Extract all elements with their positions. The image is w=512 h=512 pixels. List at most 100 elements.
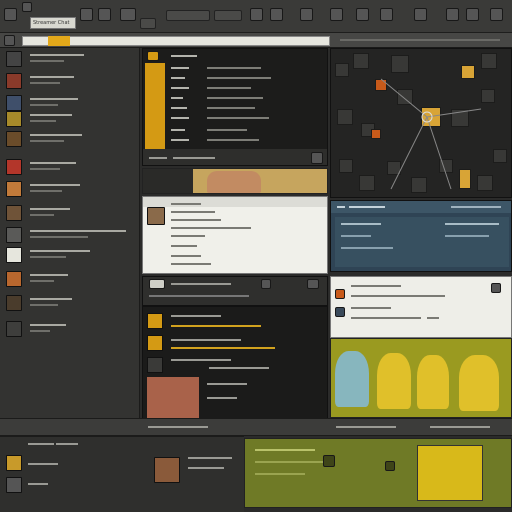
play-icon[interactable]: [149, 279, 165, 289]
list-line: [209, 367, 269, 369]
status-text: [148, 426, 208, 428]
feed-row[interactable]: [171, 97, 183, 99]
close-icon[interactable]: [491, 283, 501, 293]
list-item-icon[interactable]: [147, 335, 163, 351]
list-item[interactable]: [4, 50, 136, 70]
bottom-line: [188, 467, 224, 469]
list-item-subtitle: [30, 140, 64, 142]
fullscreen-icon[interactable]: [307, 279, 319, 289]
address-bar: [0, 33, 512, 48]
banner-image[interactable]: [142, 168, 328, 194]
list-item-title: [30, 76, 74, 78]
list-item-title: [30, 298, 72, 300]
list-line: [171, 339, 241, 341]
sticky-note[interactable]: [417, 445, 483, 501]
feed-accent-stripe: [145, 63, 165, 153]
star-icon[interactable]: [270, 8, 283, 21]
list-item[interactable]: [4, 226, 136, 246]
list-item-subtitle: [30, 104, 58, 106]
app-menu-title[interactable]: Streamer Chat: [30, 17, 76, 29]
feed-row: [207, 77, 271, 79]
list-item[interactable]: [4, 110, 136, 130]
list-item-subtitle: [30, 330, 50, 332]
map-grid-panel[interactable]: [330, 48, 512, 198]
feed-row[interactable]: [171, 77, 185, 79]
feed-row[interactable]: [171, 107, 187, 109]
nav-icon[interactable]: [4, 35, 15, 46]
character-yellow: [417, 355, 449, 409]
settings-icon[interactable]: [446, 8, 459, 21]
info-line: [445, 235, 489, 237]
chat-line: [171, 203, 201, 205]
feed-row[interactable]: [171, 117, 189, 119]
list-item-icon[interactable]: [147, 357, 163, 373]
feed-row[interactable]: [171, 129, 185, 131]
list-item[interactable]: [4, 158, 136, 178]
address-suffix: [340, 39, 500, 41]
notification-line: [351, 307, 391, 309]
notification-line: [427, 295, 445, 297]
info-line: [341, 235, 371, 237]
status-text: [430, 426, 490, 428]
list-item[interactable]: [4, 130, 136, 150]
refresh-icon[interactable]: [98, 8, 111, 21]
avatar: [6, 51, 22, 67]
profile-photo[interactable]: [147, 377, 199, 419]
avatar: [6, 271, 22, 287]
notification-icon[interactable]: [414, 8, 427, 21]
avatar: [6, 131, 22, 147]
volume-icon[interactable]: [261, 279, 271, 289]
bookmark-icon[interactable]: [356, 8, 369, 21]
list-item-subtitle: [30, 214, 54, 216]
feed-panel: [142, 48, 328, 166]
info-line: [445, 223, 499, 225]
notification-line: [351, 285, 401, 287]
list-item[interactable]: [4, 320, 136, 340]
back-arrow-icon[interactable]: [4, 8, 17, 21]
download-icon[interactable]: [300, 8, 313, 21]
avatar: [6, 295, 22, 311]
active-tab-highlight[interactable]: [48, 36, 70, 46]
menu-icon[interactable]: [466, 8, 479, 21]
list-item-icon[interactable]: [147, 313, 163, 329]
banner-photo: [207, 171, 261, 193]
home-icon[interactable]: [120, 8, 136, 21]
header-text: [349, 206, 385, 208]
list-line: [171, 325, 261, 327]
info-panel-header: [331, 201, 511, 213]
search-icon[interactable]: [250, 8, 263, 21]
list-item[interactable]: [4, 72, 136, 92]
media-progress[interactable]: [149, 295, 249, 297]
toolbar-button[interactable]: [166, 10, 210, 21]
chat-header: [143, 197, 327, 207]
sidebar-contact-list: [0, 48, 140, 433]
feed-row[interactable]: [171, 67, 189, 69]
more-icon[interactable]: [311, 152, 323, 164]
chat-line: [171, 263, 211, 265]
banner-dark-area: [143, 169, 193, 193]
feed-row[interactable]: [171, 87, 189, 89]
list-item-title: [30, 98, 78, 100]
list-item-title: [30, 184, 80, 186]
list-item[interactable]: [4, 180, 136, 200]
user-icon[interactable]: [380, 8, 393, 21]
share-icon[interactable]: [330, 8, 343, 21]
close-icon[interactable]: [490, 8, 503, 21]
avatar: [6, 111, 22, 127]
feed-row: [207, 67, 261, 69]
olive-line: [255, 473, 305, 475]
list-item-subtitle: [30, 256, 66, 258]
forward-arrow-icon[interactable]: [80, 8, 93, 21]
play-icon[interactable]: [323, 455, 335, 467]
list-item[interactable]: [4, 270, 136, 290]
list-item[interactable]: [4, 246, 136, 266]
feed-row[interactable]: [171, 139, 189, 141]
tab-button[interactable]: [140, 18, 156, 29]
next-icon[interactable]: [385, 461, 395, 471]
info-panel: [330, 200, 512, 272]
cartoon-image[interactable]: [330, 338, 512, 418]
header-actions[interactable]: [451, 206, 501, 208]
list-item[interactable]: [4, 204, 136, 224]
toolbar-button[interactable]: [214, 10, 242, 21]
list-item[interactable]: [4, 294, 136, 314]
